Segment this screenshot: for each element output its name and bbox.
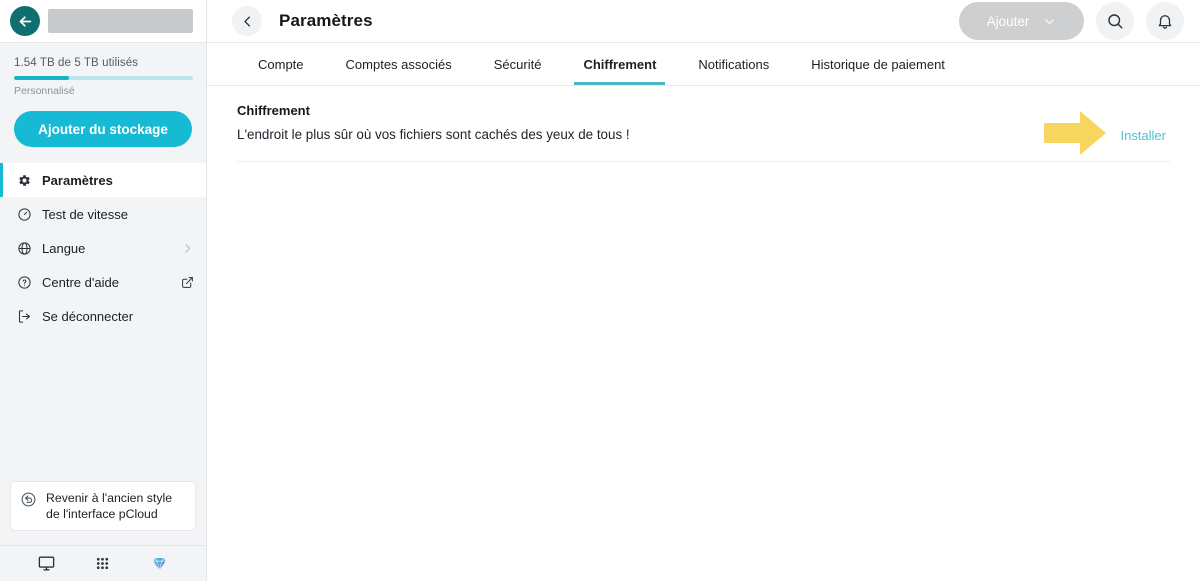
install-link[interactable]: Installer (1120, 128, 1170, 143)
speedometer-icon (15, 205, 33, 223)
sidebar-nav: Paramètres Test de vitesse Langue Centre… (0, 163, 206, 333)
globe-icon (15, 239, 33, 257)
search-icon (1108, 14, 1123, 29)
tab-securite[interactable]: Sécurité (473, 43, 563, 85)
storage-used-text: 1.54 TB de 5 TB utilisés (14, 57, 139, 69)
browser-toolbar (0, 0, 206, 43)
chevron-down-icon (1043, 15, 1056, 28)
sidebar-item-label: Centre d'aide (42, 274, 119, 290)
add-button[interactable]: Ajouter (959, 2, 1084, 40)
notifications-button[interactable] (1146, 2, 1184, 40)
sidebar-item-centre-daide[interactable]: Centre d'aide (0, 265, 206, 299)
external-link-icon (181, 276, 194, 289)
header-back-button[interactable] (232, 6, 262, 36)
tab-comptes-associes[interactable]: Comptes associés (325, 43, 473, 85)
add-storage-button[interactable]: Ajouter du stockage (14, 111, 192, 147)
app-header: Paramètres Ajouter (207, 0, 1200, 43)
encryption-row-text: Chiffrement L'endroit le plus sûr où vos… (237, 103, 1170, 142)
sidebar-bottom-bar (0, 545, 206, 581)
header-actions: Ajouter (959, 2, 1184, 40)
storage-section: 1.54 TB de 5 TB utilisés Personnalisé (0, 43, 206, 97)
tab-notifications[interactable]: Notifications (677, 43, 790, 85)
sidebar-item-label: Langue (42, 240, 86, 256)
page-title: Paramètres (279, 11, 373, 30)
storage-progress-fill (14, 76, 70, 80)
settings-tabs: Compte Comptes associés Sécurité Chiffre… (207, 43, 1200, 86)
storage-plan-label: Personnalisé (14, 85, 75, 97)
sidebar-item-label: Test de vitesse (42, 206, 128, 222)
encryption-row-action: Installer (1044, 111, 1170, 160)
diamond-shape (152, 557, 166, 570)
address-bar-placeholder[interactable] (48, 9, 193, 33)
monitor-icon[interactable] (37, 554, 56, 573)
sidebar: 1.54 TB de 5 TB utilisés Personnalisé Aj… (0, 0, 207, 581)
chevron-right-icon (181, 242, 194, 255)
question-circle-icon (15, 273, 33, 291)
revert-to-old-ui-button[interactable]: Revenir à l'ancien style de l'interface … (10, 481, 196, 531)
sidebar-item-se-deconnecter[interactable]: Se déconnecter (0, 299, 206, 333)
tab-historique-de-paiement[interactable]: Historique de paiement (790, 43, 966, 85)
sidebar-item-parametres[interactable]: Paramètres (0, 163, 206, 197)
revert-label: Revenir à l'ancien style de l'interface … (46, 491, 173, 521)
tab-compte[interactable]: Compte (237, 43, 325, 85)
tab-chiffrement[interactable]: Chiffrement (562, 43, 677, 85)
browser-back-button[interactable] (10, 6, 40, 36)
encryption-description: L'endroit le plus sûr où vos fichiers so… (237, 127, 630, 142)
diamond-icon[interactable] (150, 554, 169, 573)
chevron-left-icon (243, 16, 250, 26)
encryption-row: Chiffrement L'endroit le plus sûr où vos… (237, 86, 1170, 162)
search-button[interactable] (1096, 2, 1134, 40)
sidebar-item-test-de-vitesse[interactable]: Test de vitesse (0, 197, 206, 231)
bell-icon (1158, 15, 1172, 29)
encryption-title: Chiffrement (237, 103, 310, 118)
revert-circle-icon (20, 491, 38, 513)
sidebar-item-langue[interactable]: Langue (0, 231, 206, 265)
gear-icon (15, 171, 33, 189)
add-button-label: Ajouter (986, 13, 1030, 29)
apps-grid-icon[interactable] (94, 555, 111, 572)
sidebar-item-label: Se déconnecter (42, 308, 134, 324)
settings-content: Chiffrement L'endroit le plus sûr où vos… (207, 86, 1200, 162)
sidebar-item-label: Paramètres (42, 172, 113, 188)
app-root: 1.54 TB de 5 TB utilisés Personnalisé Aj… (0, 0, 1200, 581)
right-arrow-icon (1044, 111, 1107, 160)
main-panel: Paramètres Ajouter Compte Comptes associ… (207, 0, 1200, 581)
logout-icon (15, 307, 33, 325)
storage-progress-bar (14, 76, 193, 80)
arrow-left-icon (19, 15, 31, 27)
